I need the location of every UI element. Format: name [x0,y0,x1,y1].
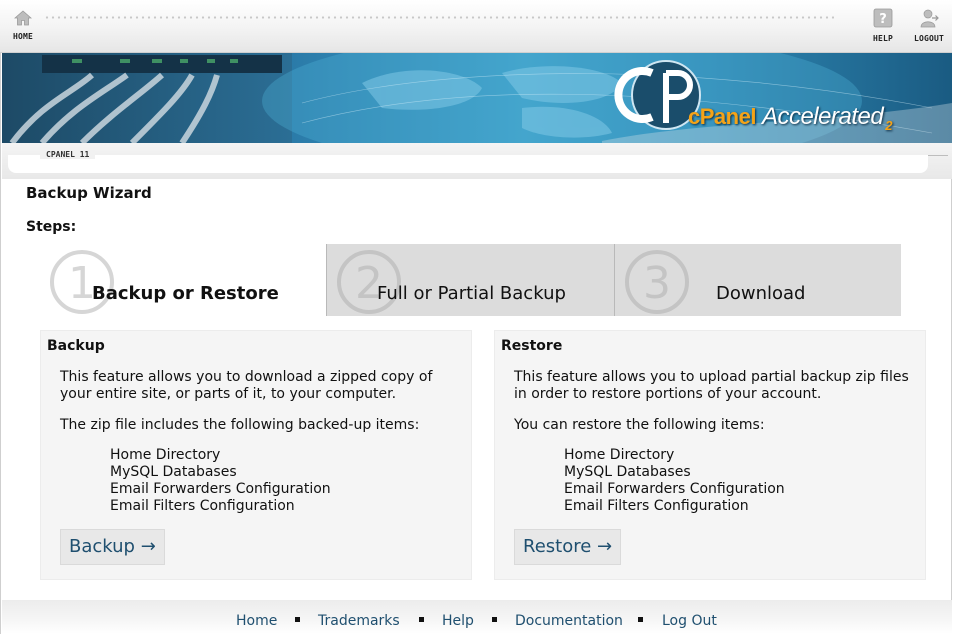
home-button[interactable]: HOME [8,10,38,41]
cpanel-banner: cPanel Accelerated 2 [2,53,952,143]
step-3-number: 3 [643,258,671,309]
step-3-tab[interactable]: 3 Download [614,244,901,316]
restore-button[interactable]: Restore → [514,529,622,565]
footer-link-help[interactable]: Help [442,613,474,629]
restore-title: Restore [501,338,563,354]
content-top-tab [8,155,928,173]
backup-panel: Backup This feature allows you to downlo… [40,330,472,580]
backup-title: Backup [47,338,105,354]
version-label: CPANEL 11 [40,150,96,159]
footer [2,600,952,634]
logout-label: LOGOUT [913,34,945,43]
step-3-label: Download [716,283,806,304]
steps-heading: Steps: [26,219,77,235]
step-1-label: Backup or Restore [92,283,279,304]
list-item: MySQL Databases [564,464,691,480]
restore-items-list: Home Directory MySQL Databases Email For… [564,447,785,515]
step-2-tab[interactable]: 2 Full or Partial Backup [326,244,614,316]
svg-text:?: ? [879,12,887,27]
logout-user-icon [920,9,939,28]
logout-button[interactable]: LOGOUT [908,8,950,43]
brand-version: 2 [885,118,892,133]
help-button[interactable]: ? HELP [868,8,898,43]
footer-separator [295,617,300,622]
footer-separator [492,617,497,622]
step-number-graphic: 1 [50,250,114,314]
version-strip [2,143,952,179]
footer-link-trademarks[interactable]: Trademarks [318,613,400,629]
brand-accelerated: Accelerated [761,103,884,130]
list-item: Email Filters Configuration [564,498,749,514]
list-item: Home Directory [564,447,675,463]
toolbar-dotted-rule [44,15,834,20]
footer-link-logout[interactable]: Log Out [662,613,717,629]
step-number-graphic: 3 [625,250,689,314]
help-icon: ? [873,8,893,28]
top-toolbar: HOME ? HELP LOGOUT [0,0,952,53]
step-2-label: Full or Partial Backup [377,283,566,304]
step-number-graphic: 2 [337,250,401,314]
backup-button[interactable]: Backup → [60,529,165,565]
list-item: Email Forwarders Configuration [564,481,785,497]
home-icon [14,10,32,26]
home-label: HOME [12,32,34,41]
restore-panel: Restore This feature allows you to uploa… [494,330,926,580]
footer-link-documentation[interactable]: Documentation [515,613,623,629]
page-title: Backup Wizard [26,184,152,202]
list-item: MySQL Databases [110,464,237,480]
step-1-tab[interactable]: 1 Backup or Restore [40,244,326,316]
restore-includes-label: You can restore the following items: [514,417,765,433]
backup-includes-label: The zip file includes the following back… [60,417,420,433]
footer-separator [419,617,424,622]
list-item: Email Filters Configuration [110,498,295,514]
list-item: Home Directory [110,447,221,463]
backup-items-list: Home Directory MySQL Databases Email For… [110,447,331,515]
backup-description: This feature allows you to download a zi… [60,369,433,402]
footer-separator [638,617,643,622]
cpanel-brand: cPanel Accelerated 2 [688,103,892,133]
restore-description: This feature allows you to upload partia… [514,369,909,402]
brand-cpanel: cPanel [688,104,756,129]
footer-link-home[interactable]: Home [236,613,277,629]
list-item: Email Forwarders Configuration [110,481,331,497]
help-label: HELP [872,34,894,43]
